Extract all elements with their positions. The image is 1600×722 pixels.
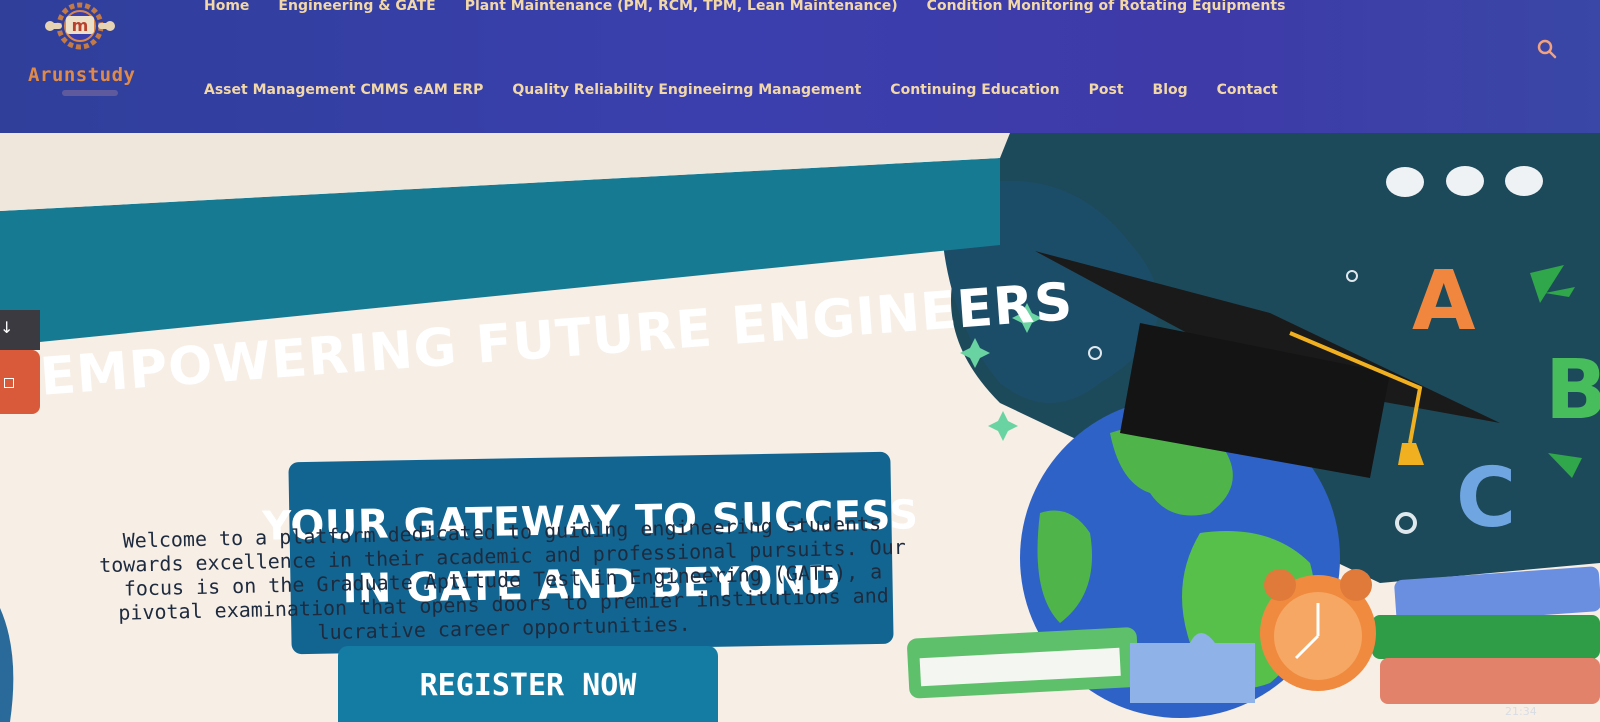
letter-b: B — [1545, 343, 1600, 438]
arrow-down-icon: ↓ — [0, 318, 14, 337]
nav-condition-monitoring[interactable]: Condition Monitoring of Rotating Equipme… — [927, 0, 1286, 14]
book-orange — [1380, 658, 1600, 704]
nav-primary: Home Engineering & GATE Plant Maintenanc… — [204, 0, 1314, 14]
nav-continuing-education[interactable]: Continuing Education — [890, 82, 1059, 98]
nav-quality-reliability[interactable]: Quality Reliability Engineeirng Manageme… — [512, 82, 861, 98]
puzzle-piece — [1130, 633, 1255, 703]
logo-gear-icon[interactable]: m — [42, 2, 118, 54]
nav-post[interactable]: Post — [1089, 82, 1124, 98]
nav-plant-maintenance[interactable]: Plant Maintenance (PM, RCM, TPM, Lean Ma… — [465, 0, 898, 14]
nav-asset-management[interactable]: Asset Management CMMS eAM ERP — [204, 82, 483, 98]
nav-engineering-gate[interactable]: Engineering & GATE — [278, 0, 435, 14]
search-icon[interactable] — [1536, 38, 1558, 60]
square-icon — [4, 378, 14, 388]
dot-1 — [1386, 167, 1424, 197]
dot-2 — [1446, 166, 1484, 196]
site-header: m Arunstudy Home Engineering & GATE Plan… — [0, 0, 1600, 133]
nav-blog[interactable]: Blog — [1153, 82, 1188, 98]
logo-glyph: m — [72, 16, 89, 35]
brand-name[interactable]: Arunstudy — [28, 64, 135, 86]
welcome-text: Welcome to a platform dedicated to guidi… — [49, 510, 957, 651]
letter-c: C — [1456, 451, 1516, 546]
dot-3 — [1505, 166, 1543, 196]
letter-a: A — [1412, 254, 1476, 349]
book-green-right — [1372, 615, 1600, 659]
brand-tagline-strip — [62, 90, 118, 96]
nav-home[interactable]: Home — [204, 0, 249, 14]
taskbar-clock: 21:34 — [1505, 705, 1537, 718]
register-now-button[interactable]: REGISTER NOW — [338, 646, 718, 722]
nav-contact[interactable]: Contact — [1217, 82, 1278, 98]
nav-secondary: Asset Management CMMS eAM ERP Quality Re… — [204, 82, 1307, 98]
